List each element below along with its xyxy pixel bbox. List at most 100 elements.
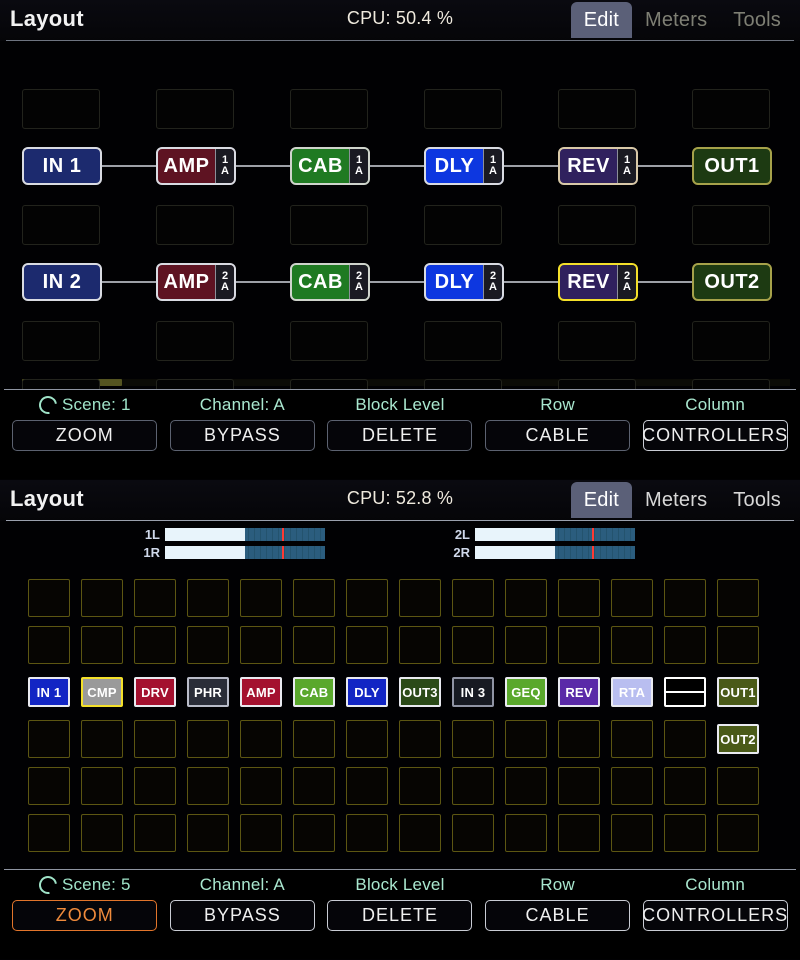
grid-slot-empty[interactable] [452, 814, 494, 852]
grid-slot-empty[interactable] [505, 626, 547, 664]
zoom-button-bottom[interactable]: ZOOM [12, 900, 158, 931]
grid-slot-empty[interactable] [293, 579, 335, 617]
grid-slot-empty[interactable] [293, 720, 335, 758]
grid-slot-empty[interactable] [505, 814, 547, 852]
grid-slot-empty[interactable] [692, 89, 770, 129]
routing-grid-top[interactable]: IN 1 AMP 1 A CAB 1 A DLY 1 A REV 1 A OUT1 IN 2 AMP 2 A CAB… [0, 41, 800, 419]
grid-slot-empty[interactable] [240, 720, 282, 758]
grid-slot-empty[interactable] [558, 579, 600, 617]
grid-slot-empty[interactable] [558, 89, 636, 129]
grid-slot-empty[interactable] [424, 321, 502, 361]
effect-block-drv[interactable]: DRV [134, 677, 176, 707]
grid-slot-empty[interactable] [505, 767, 547, 805]
grid-slot-empty[interactable] [187, 767, 229, 805]
delete-button[interactable]: DELETE [327, 420, 473, 451]
grid-slot-empty[interactable] [611, 767, 653, 805]
effect-block-in1[interactable]: IN 1 [22, 147, 102, 185]
effect-block-rev[interactable]: REV [558, 677, 600, 707]
effect-block-cab[interactable]: CAB 1 A [290, 147, 370, 185]
grid-slot-empty[interactable] [717, 767, 759, 805]
grid-slot-empty[interactable] [399, 579, 441, 617]
grid-slot-empty[interactable] [293, 626, 335, 664]
grid-slot-empty[interactable] [156, 321, 234, 361]
grid-slot-empty[interactable] [28, 626, 70, 664]
grid-slot-empty[interactable] [187, 579, 229, 617]
cable-button-bottom[interactable]: CABLE [485, 900, 631, 931]
grid-slot-empty[interactable] [717, 626, 759, 664]
grid-slot-empty[interactable] [187, 814, 229, 852]
grid-slot-empty[interactable] [346, 626, 388, 664]
shunt-block[interactable] [664, 677, 706, 707]
grid-slot-empty[interactable] [28, 767, 70, 805]
grid-slot-empty[interactable] [717, 814, 759, 852]
grid-slot-empty[interactable] [692, 321, 770, 361]
grid-slot-empty[interactable] [558, 767, 600, 805]
grid-slot-empty[interactable] [452, 626, 494, 664]
effect-block-phr[interactable]: PHR [187, 677, 229, 707]
grid-slot-empty[interactable] [558, 720, 600, 758]
grid-slot-empty[interactable] [346, 579, 388, 617]
effect-block-geq[interactable]: GEQ [505, 677, 547, 707]
grid-slot-empty[interactable] [134, 814, 176, 852]
cable-button[interactable]: CABLE [485, 420, 631, 451]
grid-slot-empty[interactable] [293, 814, 335, 852]
grid-slot-empty[interactable] [187, 720, 229, 758]
effect-block-cab[interactable]: CAB [293, 677, 335, 707]
grid-slot-empty[interactable] [346, 720, 388, 758]
grid-slot-empty[interactable] [240, 579, 282, 617]
grid-slot-empty[interactable] [399, 626, 441, 664]
zoom-button[interactable]: ZOOM [12, 420, 158, 451]
horizontal-scrollbar[interactable] [22, 379, 790, 386]
tab-edit-bottom[interactable]: Edit [570, 482, 632, 518]
grid-slot-empty[interactable] [240, 814, 282, 852]
controllers-button[interactable]: CONTROLLERS [642, 420, 788, 451]
grid-slot-empty[interactable] [293, 767, 335, 805]
grid-slot-empty[interactable] [505, 579, 547, 617]
effect-block-out2[interactable]: OUT2 [692, 263, 772, 301]
tab-meters-bottom[interactable]: Meters [632, 482, 720, 518]
grid-slot-empty[interactable] [240, 767, 282, 805]
grid-slot-empty[interactable] [558, 814, 600, 852]
grid-slot-empty[interactable] [664, 579, 706, 617]
grid-slot-empty[interactable] [81, 814, 123, 852]
grid-slot-empty[interactable] [664, 767, 706, 805]
grid-slot-empty[interactable] [28, 814, 70, 852]
effect-block-out1[interactable]: OUT1 [717, 677, 759, 707]
effect-block-amp[interactable]: AMP 1 A [156, 147, 236, 185]
effect-block-in1[interactable]: IN 1 [28, 677, 70, 707]
grid-slot-empty[interactable] [156, 89, 234, 129]
effect-block-cmp[interactable]: CMP [81, 677, 123, 707]
grid-slot-empty[interactable] [290, 205, 368, 245]
effect-block-dly[interactable]: DLY 2 A [424, 263, 504, 301]
tab-tools[interactable]: Tools [720, 2, 794, 38]
grid-slot-empty[interactable] [505, 720, 547, 758]
grid-slot-empty[interactable] [81, 579, 123, 617]
grid-slot-empty[interactable] [452, 720, 494, 758]
grid-slot-empty[interactable] [22, 321, 100, 361]
grid-slot-empty[interactable] [134, 579, 176, 617]
grid-slot-empty[interactable] [664, 626, 706, 664]
grid-slot-empty[interactable] [611, 579, 653, 617]
grid-slot-empty[interactable] [134, 767, 176, 805]
effect-block-cab[interactable]: CAB 2 A [290, 263, 370, 301]
grid-slot-empty[interactable] [399, 767, 441, 805]
grid-slot-empty[interactable] [156, 205, 234, 245]
tab-tools-bottom[interactable]: Tools [720, 482, 794, 518]
effect-block-rta[interactable]: RTA [611, 677, 653, 707]
grid-slot-empty[interactable] [81, 720, 123, 758]
effect-block-amp[interactable]: AMP [240, 677, 282, 707]
bypass-button-bottom[interactable]: BYPASS [169, 900, 315, 931]
grid-slot-empty[interactable] [717, 579, 759, 617]
effect-block-dly[interactable]: DLY 1 A [424, 147, 504, 185]
delete-button-bottom[interactable]: DELETE [327, 900, 473, 931]
grid-slot-empty[interactable] [611, 626, 653, 664]
grid-slot-empty[interactable] [134, 626, 176, 664]
effect-block-out3[interactable]: OUT3 [399, 677, 441, 707]
grid-slot-empty[interactable] [692, 205, 770, 245]
grid-slot-empty[interactable] [452, 767, 494, 805]
grid-slot-empty[interactable] [81, 767, 123, 805]
effect-block-dly[interactable]: DLY [346, 677, 388, 707]
effect-block-amp[interactable]: AMP 2 A [156, 263, 236, 301]
grid-slot-empty[interactable] [452, 579, 494, 617]
grid-slot-empty[interactable] [424, 205, 502, 245]
